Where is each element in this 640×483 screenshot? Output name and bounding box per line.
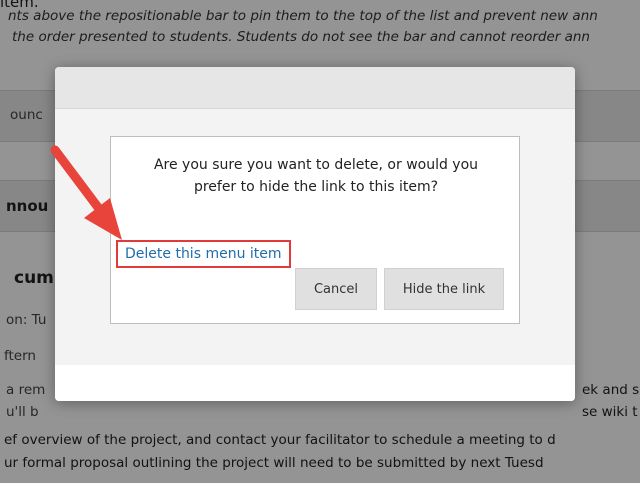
modal-header bbox=[55, 67, 575, 109]
modal-footer bbox=[55, 365, 575, 401]
delete-menu-item-link[interactable]: Delete this menu item bbox=[116, 240, 291, 268]
hide-link-button[interactable]: Hide the link bbox=[384, 268, 504, 310]
confirm-dialog-box: Are you sure you want to delete, or woul… bbox=[110, 136, 520, 324]
cancel-button[interactable]: Cancel bbox=[295, 268, 377, 310]
confirm-message: Are you sure you want to delete, or woul… bbox=[153, 157, 479, 195]
confirm-delete-modal: Are you sure you want to delete, or woul… bbox=[55, 67, 575, 401]
